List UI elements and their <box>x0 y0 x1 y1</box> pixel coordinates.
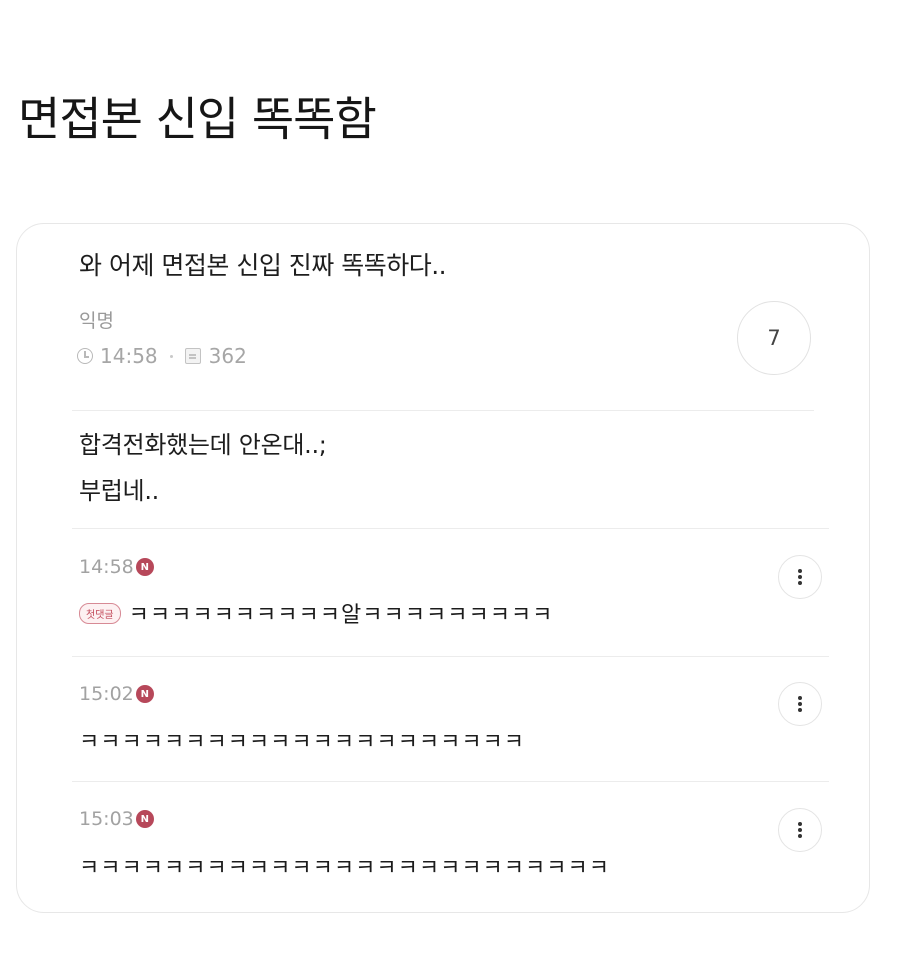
more-vertical-icon <box>798 569 802 585</box>
divider <box>72 528 829 529</box>
page-title: 면접본 신입 똑똑함 <box>18 92 377 146</box>
clock-icon <box>77 348 93 364</box>
post-time: 14:58 <box>100 344 158 368</box>
comment-more-button[interactable] <box>778 555 822 599</box>
comment-time: 14:58 <box>79 556 134 578</box>
more-vertical-icon <box>798 822 802 838</box>
comment-time: 15:02 <box>79 683 134 705</box>
comment-text-row: 첫댓글 ㅋㅋㅋㅋㅋㅋㅋㅋㅋㅋ알ㅋㅋㅋㅋㅋㅋㅋㅋㅋ <box>79 597 553 629</box>
first-comment-badge: 첫댓글 <box>79 602 121 624</box>
new-badge-icon: N <box>135 810 154 828</box>
comment-time-row: 15:03 N <box>79 808 154 830</box>
comment-count-button[interactable]: 7 <box>737 301 811 375</box>
views-icon <box>184 348 201 364</box>
comment-text: ㅋㅋㅋㅋㅋㅋㅋㅋㅋㅋㅋㅋㅋㅋㅋㅋㅋㅋㅋㅋㅋ <box>79 730 526 755</box>
comment-text: ㅋㅋㅋㅋㅋㅋㅋㅋㅋㅋㅋㅋㅋㅋㅋㅋㅋㅋㅋㅋㅋㅋㅋㅋㅋ <box>79 856 611 881</box>
comment-text: ㅋㅋㅋㅋㅋㅋㅋㅋㅋㅋ알ㅋㅋㅋㅋㅋㅋㅋㅋㅋ <box>128 603 554 628</box>
post-card: 와 어제 면접본 신입 진짜 똑똑하다.. 익명 14:58 362 7 합격전… <box>16 223 870 913</box>
new-badge-icon: N <box>135 685 154 703</box>
new-badge-icon: N <box>135 558 154 576</box>
more-vertical-icon <box>798 696 802 712</box>
post-body-line: 합격전화했는데 안온대..; <box>79 431 327 459</box>
divider <box>72 656 829 657</box>
divider <box>72 410 814 411</box>
post-body-line: 부럽네.. <box>79 477 159 505</box>
comment-count-value: 7 <box>767 326 781 350</box>
meta-separator <box>169 354 173 358</box>
comment-text-row: ㅋㅋㅋㅋㅋㅋㅋㅋㅋㅋㅋㅋㅋㅋㅋㅋㅋㅋㅋㅋㅋ <box>79 724 525 756</box>
comment-more-button[interactable] <box>778 682 822 726</box>
post-body: 합격전화했는데 안온대..; 부럽네.. <box>79 422 327 514</box>
comment-text-row: ㅋㅋㅋㅋㅋㅋㅋㅋㅋㅋㅋㅋㅋㅋㅋㅋㅋㅋㅋㅋㅋㅋㅋㅋㅋ <box>79 850 610 882</box>
post-views: 362 <box>208 344 247 368</box>
post-author: 익명 <box>79 310 114 332</box>
comment-time-row: 15:02 N <box>79 683 154 705</box>
comment-more-button[interactable] <box>778 808 822 852</box>
divider <box>72 781 829 782</box>
post-meta: 14:58 362 <box>77 344 247 368</box>
post-title: 와 어제 면접본 신입 진짜 똑똑하다.. <box>79 251 447 280</box>
comment-time: 15:03 <box>79 808 134 830</box>
comment-time-row: 14:58 N <box>79 556 154 578</box>
